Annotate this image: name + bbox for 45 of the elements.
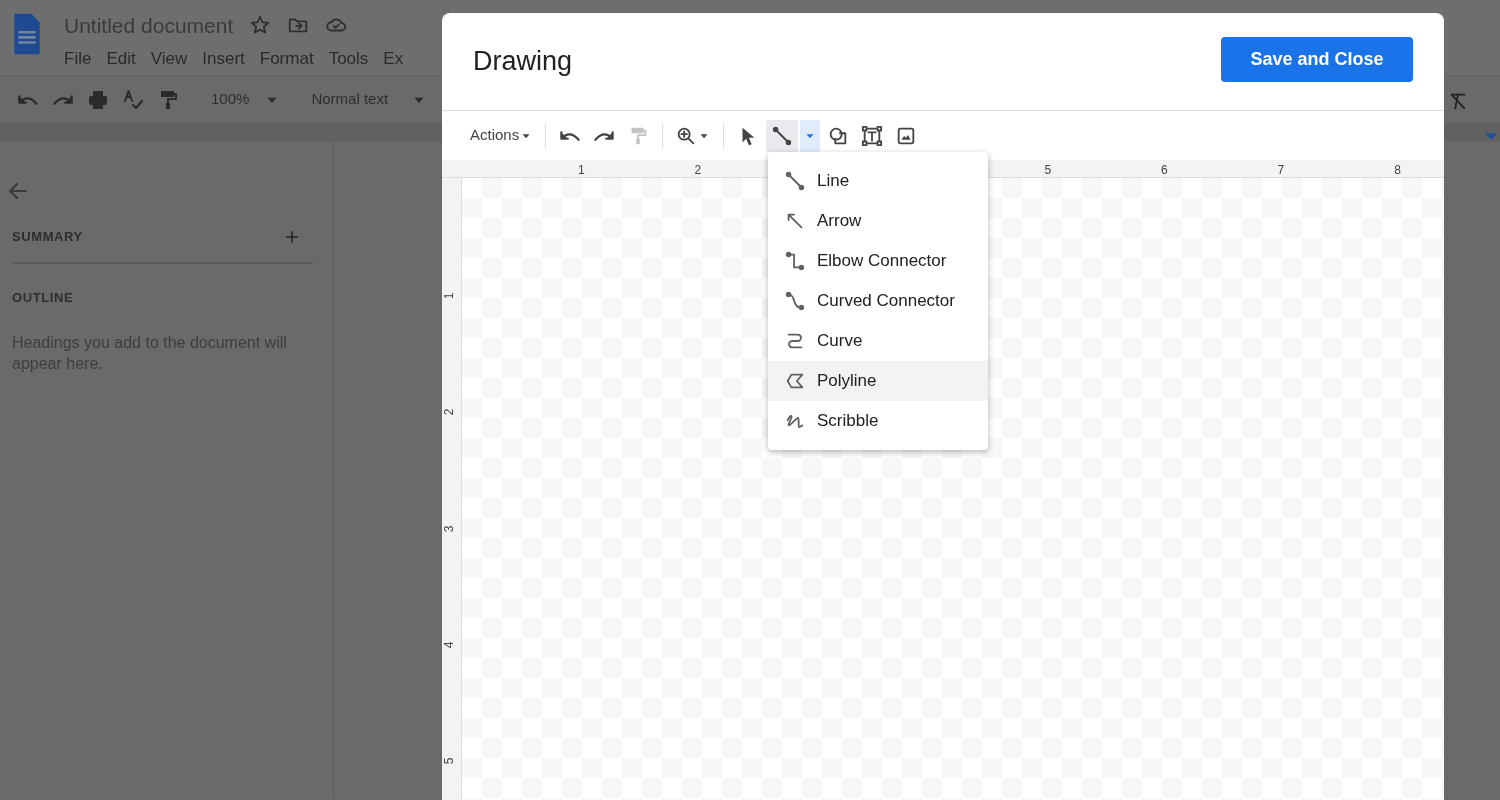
section-heading: SUMMARY bbox=[12, 227, 83, 246]
redo-icon bbox=[593, 129, 616, 142]
menu-item[interactable]: File bbox=[64, 45, 92, 71]
ruler-number: 4 bbox=[442, 641, 458, 649]
menu-item[interactable]: Format bbox=[259, 45, 314, 71]
menu-item[interactable]: Ex bbox=[383, 45, 404, 71]
menu-item[interactable]: Arrow bbox=[768, 201, 988, 241]
spellcheck-icon[interactable] bbox=[121, 87, 145, 112]
save-and-close-button[interactable]: Save and Close bbox=[1221, 37, 1413, 82]
ruler-number: 7 bbox=[1277, 162, 1285, 179]
text-box-icon bbox=[861, 124, 884, 147]
undo-icon bbox=[559, 129, 582, 142]
menu-item[interactable]: Curve bbox=[768, 321, 988, 361]
paragraph-style-dropdown[interactable]: Normal text bbox=[311, 88, 389, 111]
ruler-number: 1 bbox=[442, 292, 458, 300]
curved-connector-icon bbox=[784, 290, 806, 312]
menu-item[interactable]: View bbox=[150, 45, 188, 71]
menu-item[interactable]: Curved Connector bbox=[768, 281, 988, 321]
menu-item[interactable]: Scribble bbox=[768, 401, 988, 441]
menu-item[interactable]: Tools bbox=[328, 45, 369, 71]
line-tool[interactable] bbox=[766, 119, 799, 152]
line-icon bbox=[771, 124, 794, 147]
line-icon bbox=[784, 170, 806, 192]
menu-item[interactable]: Insert bbox=[202, 45, 245, 71]
ruler-number: 8 bbox=[1394, 162, 1401, 179]
menu-item[interactable]: Edit bbox=[106, 45, 136, 71]
ruler-number: 2 bbox=[694, 162, 702, 179]
ruler-number: 1 bbox=[578, 162, 585, 179]
actions-menu[interactable]: Actions bbox=[466, 119, 538, 152]
redo-icon[interactable] bbox=[51, 93, 75, 106]
ruler-number: 5 bbox=[1044, 162, 1052, 179]
ruler-number: 6 bbox=[1161, 162, 1168, 179]
ruler-number: 3 bbox=[442, 525, 458, 532]
undo-icon[interactable] bbox=[16, 93, 40, 106]
star-icon[interactable] bbox=[249, 13, 272, 36]
elbow-connector-icon bbox=[784, 250, 806, 272]
dialog-title: Drawing bbox=[473, 45, 573, 79]
indent-marker-icon[interactable] bbox=[1482, 130, 1500, 142]
section-heading: OUTLINE bbox=[12, 289, 75, 308]
menu-item[interactable]: Elbow Connector bbox=[768, 241, 988, 281]
ruler-number: 5 bbox=[442, 757, 458, 765]
ruler-number: 2 bbox=[442, 408, 458, 416]
menu-item[interactable]: Polyline bbox=[768, 361, 988, 401]
zoom-dropdown[interactable]: 100% bbox=[211, 88, 250, 111]
menu-item[interactable]: Line bbox=[768, 161, 988, 201]
